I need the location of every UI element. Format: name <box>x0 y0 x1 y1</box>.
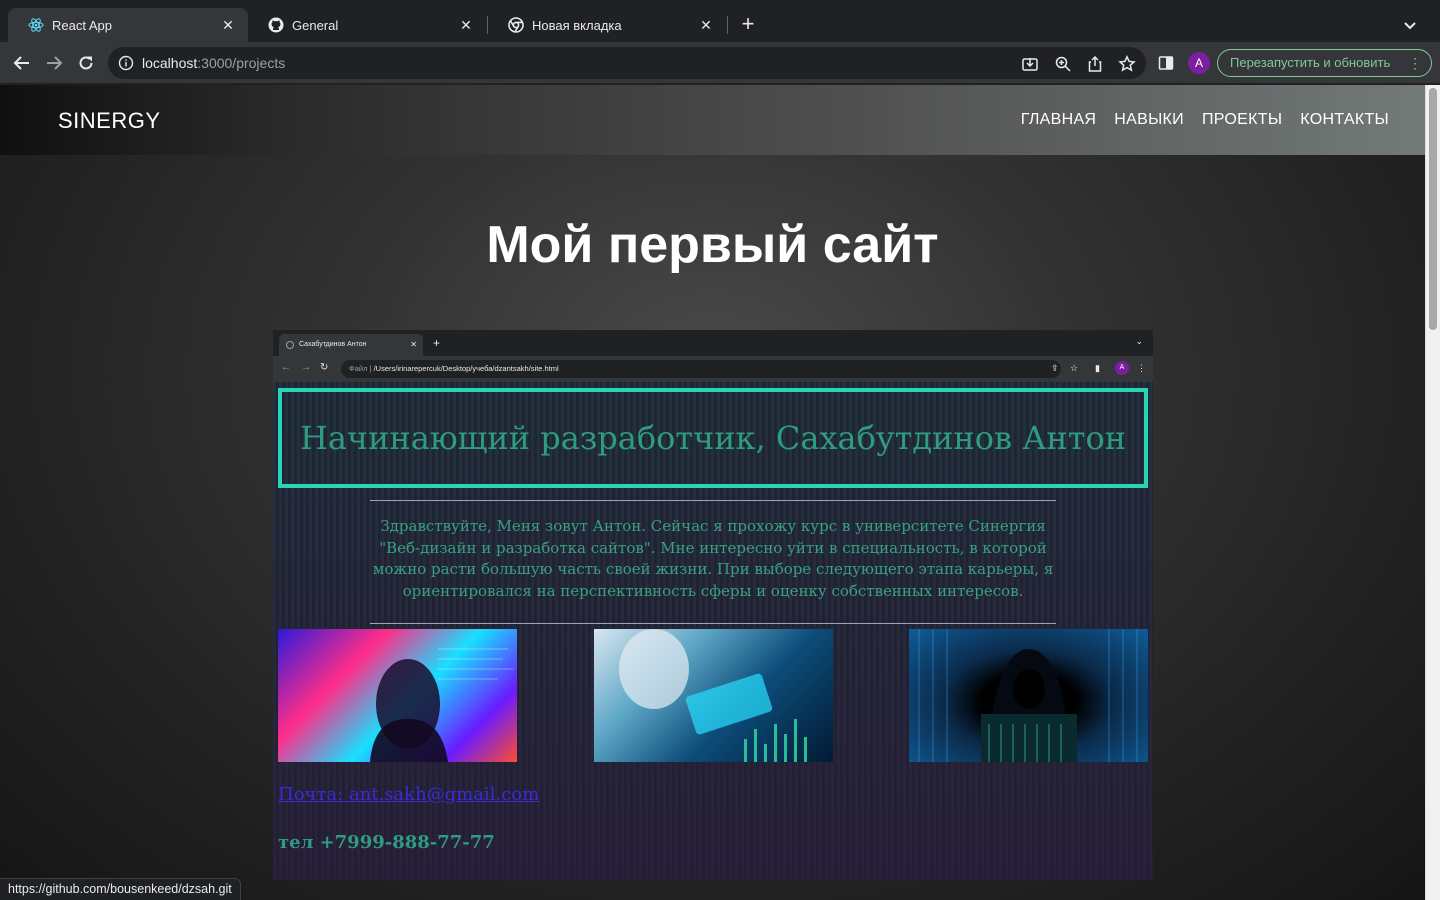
nav-link-skills[interactable]: НАВЫКИ <box>1114 111 1184 129</box>
close-icon[interactable]: ✕ <box>458 17 474 33</box>
mini-url-path: /Users/irinarepercuk/Desktop/учеба/dzant… <box>373 364 559 373</box>
reload-icon[interactable] <box>74 51 98 75</box>
tab-general[interactable]: General ✕ <box>248 8 486 42</box>
mini-phone-text: тел +7999-888-77-77 <box>278 832 495 853</box>
relaunch-label: Перезапустить и обновить <box>1230 55 1391 70</box>
bookmark-star-icon: ☆ <box>1070 363 1079 373</box>
divider <box>370 623 1056 624</box>
reload-icon: ↻ <box>320 362 329 373</box>
page-scrollbar[interactable] <box>1425 85 1440 900</box>
tab-react-app[interactable]: React App ✕ <box>8 8 248 42</box>
side-panel-icon[interactable] <box>1156 53 1176 73</box>
plus-icon: + <box>433 336 441 350</box>
mini-site-banner: Начинающий разработчик, Сахабутдинов Ант… <box>278 388 1148 488</box>
more-vert-icon[interactable]: ⋮ <box>1408 50 1422 76</box>
bookmark-star-icon[interactable] <box>1118 55 1136 73</box>
tab-title: General <box>292 17 339 33</box>
side-panel-icon: ▮ <box>1095 363 1100 373</box>
tab-divider <box>727 16 728 34</box>
mini-email-link: Почта: ant.sakh@gmail.com <box>278 784 540 805</box>
divider <box>370 500 1056 501</box>
mini-address-bar: Файл | /Users/irinarepercuk/Desktop/учеб… <box>341 360 1061 378</box>
share-icon: ⇪ <box>1051 363 1059 373</box>
page-title: Мой первый сайт <box>486 216 939 274</box>
site-info-icon[interactable] <box>118 55 134 71</box>
zoom-icon[interactable] <box>1054 55 1072 73</box>
tab-search-chevron-icon[interactable] <box>1398 13 1422 37</box>
new-tab-button[interactable]: + <box>736 13 760 37</box>
chrome-icon <box>508 17 524 33</box>
photo-data-analyst <box>594 629 833 762</box>
github-icon <box>268 17 284 33</box>
address-bar[interactable]: localhost:3000/projects <box>108 47 1146 79</box>
browser-tabstrip: React App ✕ General ✕ Новая вкладка ✕ + <box>0 0 1440 42</box>
back-icon[interactable] <box>10 51 34 75</box>
more-vert-icon: ⋮ <box>1137 363 1146 373</box>
forward-icon[interactable] <box>42 51 66 75</box>
mini-url-prefix: Файл <box>349 364 368 373</box>
photo-neon-woman <box>278 629 517 762</box>
tab-title: React App <box>52 17 112 33</box>
tab-title: Новая вкладка <box>532 17 622 33</box>
tab-new-tab[interactable]: Новая вкладка ✕ <box>488 8 726 42</box>
mini-site-page: Начинающий разработчик, Сахабутдинов Ант… <box>273 382 1153 880</box>
mini-tab: Сахабутдинов Антон ✕ <box>279 334 423 356</box>
url-host: localhost <box>142 55 198 71</box>
site-nav: ГЛАВНАЯ НАВЫКИ ПРОЕКТЫ КОНТАКТЫ <box>1021 111 1389 129</box>
nav-link-projects[interactable]: ПРОЕКТЫ <box>1202 111 1282 129</box>
install-app-icon[interactable] <box>1021 55 1039 73</box>
close-icon[interactable]: ✕ <box>698 17 714 33</box>
mini-browser-toolbar: ← → ↻ Файл | /Users/irinarepercuk/Deskto… <box>273 356 1153 382</box>
profile-avatar[interactable]: A <box>1188 52 1210 74</box>
link-status-bubble: https://github.com/bousenkeed/dzsah.git <box>0 878 241 900</box>
avatar: A <box>1115 361 1129 375</box>
project-screenshot[interactable]: Сахабутдинов Антон ✕ + ⌄ ← → ↻ Файл | /U… <box>273 330 1153 880</box>
share-icon[interactable] <box>1086 55 1104 73</box>
nav-link-contacts[interactable]: КОНТАКТЫ <box>1300 111 1389 129</box>
chevron-down-icon: ⌄ <box>1135 336 1143 346</box>
close-icon[interactable]: ✕ <box>220 17 236 33</box>
url-text: localhost:3000/projects <box>142 55 285 71</box>
mini-site-intro: Здравствуйте, Меня зовут Антон. Сейчас я… <box>372 517 1054 600</box>
photo-hooded-hacker <box>909 629 1148 762</box>
site-logo[interactable]: SINERGY <box>58 108 161 134</box>
url-path: :3000/projects <box>197 55 286 71</box>
mini-tab-title: Сахабутдинов Антон <box>299 341 367 348</box>
forward-icon: → <box>301 362 311 373</box>
nav-link-home[interactable]: ГЛАВНАЯ <box>1021 111 1097 129</box>
back-icon: ← <box>281 362 291 373</box>
scrollbar-thumb[interactable] <box>1429 88 1437 330</box>
relaunch-update-button[interactable]: Перезапустить и обновить ⋮ <box>1217 49 1432 77</box>
react-icon <box>28 17 44 33</box>
mini-browser-tabstrip: Сахабутдинов Антон ✕ + ⌄ <box>273 330 1153 356</box>
globe-icon <box>286 341 294 349</box>
mini-site-heading: Начинающий разработчик, Сахабутдинов Ант… <box>299 419 1127 457</box>
site-header: SINERGY ГЛАВНАЯ НАВЫКИ ПРОЕКТЫ КОНТАКТЫ <box>0 85 1425 155</box>
close-icon: ✕ <box>410 340 417 349</box>
page-viewport: SINERGY ГЛАВНАЯ НАВЫКИ ПРОЕКТЫ КОНТАКТЫ … <box>0 85 1425 900</box>
browser-toolbar: localhost:3000/projects A Перезапустить … <box>0 42 1440 84</box>
